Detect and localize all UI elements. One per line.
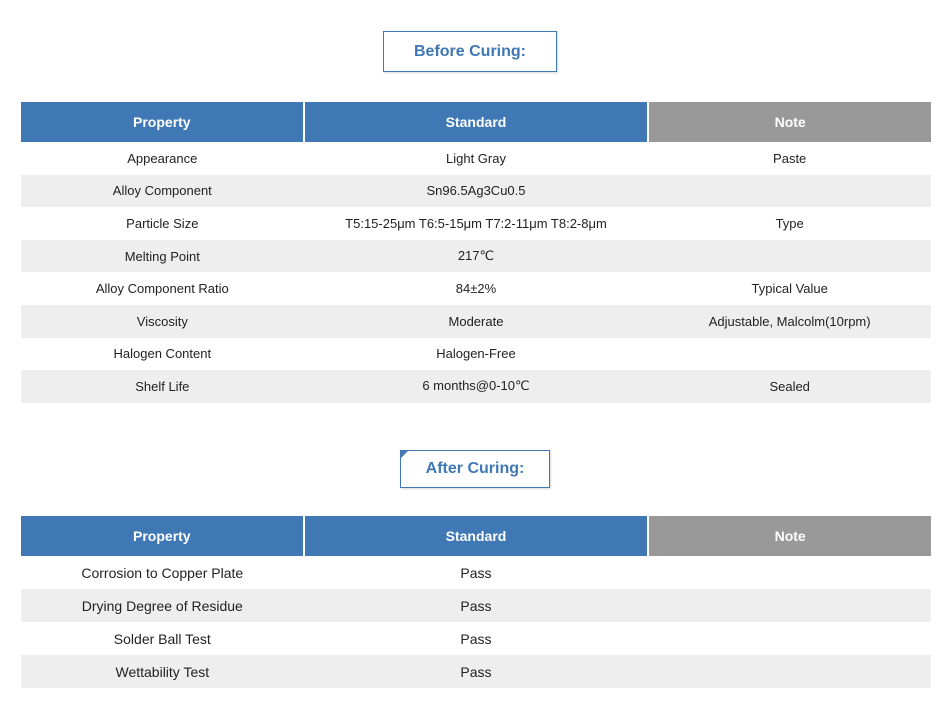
after-curing-table: Property Standard Note Corrosion to Copp… [21, 516, 931, 688]
cell-note [648, 239, 931, 273]
cell-property: Solder Ball Test [113, 630, 211, 647]
cell-standard: 84±2% [455, 281, 497, 297]
table-row: Solder Ball Test Pass [21, 622, 931, 655]
cell-standard: T5:15-25μm T6:5-15μm T7:2-11μm T8:2-8μm [345, 215, 607, 231]
table-row: Drying Degree of Residue Pass [21, 589, 931, 622]
table-header-row: Property Standard Note [21, 516, 931, 556]
cell-property: Shelf Life [21, 370, 304, 403]
table-row: Alloy Component Sn96.5Ag3Cu0.5 [21, 174, 931, 208]
table-row: Particle Size T5:15-25μm T6:5-15μm T7:2-1… [21, 207, 931, 240]
cell-property: Viscosity [21, 304, 304, 338]
cell-standard: Light Gray [445, 150, 506, 166]
cell-property: Melting Point [21, 239, 304, 273]
before-curing-table: Property Standard Note Appearance Light G… [21, 102, 931, 403]
header-standard: Standard [303, 516, 650, 556]
header-note: Note [648, 102, 931, 142]
cell-note: Adjustable, Malcolm(10rpm) [648, 304, 931, 338]
cell-standard: 6 months@0-10℃ [303, 370, 649, 403]
cell-property: Drying Degree of Residue [21, 589, 304, 622]
table-row: Melting Point 217℃ [21, 239, 931, 273]
corner-accent [400, 450, 409, 459]
cell-property: Appearance [127, 150, 198, 166]
cell-property: Particle Size [126, 215, 199, 231]
before-curing-title-text: Before Curing: [414, 42, 526, 60]
cell-standard: 217℃ [303, 239, 649, 273]
cell-property: Corrosion to Copper Plate [81, 564, 244, 581]
cell-property: Halogen Content [113, 346, 212, 362]
cell-property: Wettability Test [21, 655, 304, 688]
header-note: Note [648, 516, 931, 556]
cell-standard: Halogen-Free [436, 346, 516, 362]
table-row: Alloy Component Ratio 84±2% Typical Value [21, 272, 931, 305]
table-row: Appearance Light Gray Paste [21, 142, 931, 175]
cell-note: Type [775, 215, 804, 231]
table-row: Halogen Content Halogen-Free [21, 338, 931, 371]
cell-note [648, 589, 931, 622]
header-property: Property [21, 516, 305, 556]
cell-note [648, 174, 931, 208]
header-property: Property [21, 102, 305, 142]
cell-note: Typical Value [751, 281, 828, 297]
table-row: Viscosity Moderate Adjustable, Malcolm(10r… [21, 304, 931, 338]
cell-standard: Moderate [303, 304, 649, 338]
cell-note: Sealed [648, 370, 931, 403]
cell-note [648, 556, 931, 589]
table-row: Corrosion to Copper Plate Pass [21, 556, 931, 589]
cell-property: Alloy Component [21, 174, 304, 208]
cell-standard: Pass [460, 630, 492, 647]
cell-standard: Pass [303, 589, 649, 622]
header-standard: Standard [303, 102, 650, 142]
after-curing-title-text: After Curing: [425, 460, 525, 477]
cell-note [648, 338, 931, 371]
cell-note: Paste [773, 150, 807, 166]
cell-note [648, 622, 931, 655]
table-row: Shelf Life 6 months@0-10℃ Sealed [21, 370, 931, 403]
table-header-row: Property Standard Note [21, 102, 931, 142]
cell-standard: Pass [303, 655, 649, 688]
cell-standard: Sn96.5Ag3Cu0.5 [303, 174, 649, 208]
table-row: Wettability Test Pass [21, 655, 931, 688]
cell-property: Alloy Component Ratio [95, 281, 229, 297]
before-curing-title: Before Curing: [383, 31, 557, 72]
cell-standard: Pass [460, 564, 492, 581]
cell-note [648, 655, 931, 688]
after-curing-title: After Curing: [400, 450, 550, 488]
